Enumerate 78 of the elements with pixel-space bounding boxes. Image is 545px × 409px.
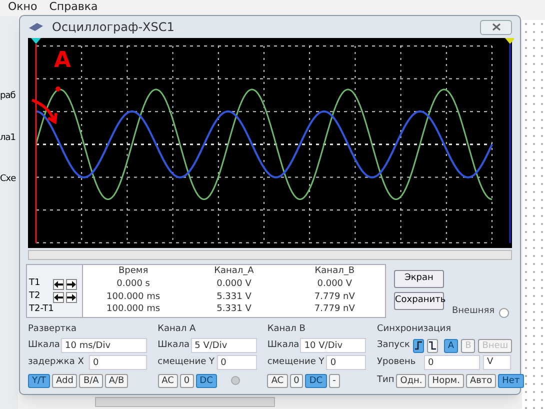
table-cell-text: 100.000 ms <box>106 304 162 316</box>
rising-edge-button[interactable] <box>412 338 424 352</box>
cursor-marker-icon[interactable] <box>505 38 514 44</box>
unit-label: V <box>483 355 511 370</box>
table-cell-text: 0.000 s <box>116 278 151 291</box>
table-cell-text: 100.000 ms <box>106 292 162 304</box>
table-cell-text: 7.779 nV <box>313 292 356 304</box>
handwritten-letter: А <box>54 47 72 75</box>
field-label: Шкала <box>158 338 188 352</box>
trigger-type-button[interactable]: Нет <box>498 374 524 388</box>
input-field[interactable]: 0 <box>424 355 480 370</box>
oscilloscope-icon <box>28 22 44 32</box>
cursor-point <box>56 86 60 92</box>
trigger-type-button[interactable]: Авто <box>466 374 496 388</box>
close-icon <box>492 23 500 31</box>
field-label: Уровень <box>377 356 417 369</box>
row-label: T1 <box>29 277 42 290</box>
column-header: Канал_B <box>314 266 356 278</box>
section-title: Канал A <box>158 323 197 336</box>
field-label: смещение Y <box>267 356 324 369</box>
radio-button[interactable] <box>498 308 509 318</box>
scrollbar[interactable] <box>95 397 275 407</box>
falling-edge-button[interactable] <box>426 338 438 352</box>
field-label: Запуск <box>377 338 410 352</box>
input-field[interactable]: 10 V/Div <box>300 338 366 353</box>
input-field[interactable]: 10 ms/Div <box>61 338 147 353</box>
section-title: Развертка <box>28 323 78 336</box>
source-button[interactable]: A <box>444 338 458 352</box>
left-arrow-button[interactable] <box>53 278 64 290</box>
action-button[interactable]: Экран <box>394 270 444 288</box>
table-cell-text: 0.000 V <box>216 278 252 291</box>
table-cell-text: 5.331 V <box>216 292 252 304</box>
mode-button[interactable]: B/A <box>79 374 103 388</box>
coupling-button[interactable]: DC <box>305 374 327 388</box>
column-header: Время <box>118 266 150 278</box>
trigger-type-button[interactable]: Одн. <box>396 374 426 388</box>
mode-button[interactable]: A/B <box>104 374 128 388</box>
field-label: задержка X <box>28 356 85 369</box>
window-title: Осциллограф-XSC1 <box>52 19 174 36</box>
field-label: Шкала <box>267 338 298 352</box>
input-field[interactable]: 0 <box>216 355 257 370</box>
coupling-button[interactable]: DC <box>196 374 217 388</box>
trigger-type-button[interactable]: Норм. <box>428 374 464 388</box>
minus-button[interactable]: - <box>328 374 340 388</box>
tree-label: Схе <box>0 173 16 186</box>
table-cell-text: 0.000 V <box>316 278 354 291</box>
action-button[interactable]: Сохранить <box>394 292 444 310</box>
field-label: Тип <box>377 374 394 387</box>
section-title: Канал B <box>267 323 306 336</box>
right-arrow-button[interactable] <box>66 278 77 290</box>
tree-label: раб <box>0 90 16 103</box>
right-arrow-button[interactable] <box>66 292 77 302</box>
column-header: Канал_A <box>213 266 255 278</box>
coupling-button[interactable]: 0 <box>180 374 194 388</box>
input-field[interactable]: 0 <box>326 355 366 370</box>
hand-drawn-arrow <box>30 98 58 124</box>
input-field[interactable]: 5 V/Div <box>190 338 257 353</box>
coupling-button[interactable]: 0 <box>290 374 304 388</box>
menu-item[interactable]: Справка <box>49 0 98 14</box>
table-cell-text: 5.331 V <box>216 304 252 316</box>
left-arrow-button[interactable] <box>53 292 64 302</box>
scrollbar[interactable] <box>28 250 512 260</box>
input-field[interactable]: 0 <box>89 355 147 370</box>
close-button[interactable] <box>480 20 512 34</box>
field-label: Шкала <box>28 338 58 352</box>
menu-item[interactable]: Окно <box>8 0 38 14</box>
mode-button[interactable]: Add <box>52 374 78 388</box>
field-label: смещение Y <box>158 356 214 369</box>
row-label: T2-T1 <box>29 303 54 316</box>
coupling-button[interactable]: AC <box>158 374 178 388</box>
row-label: T2 <box>29 290 42 304</box>
cursor-marker-icon[interactable] <box>31 38 41 44</box>
table-cell-text: 7.779 nV <box>313 304 356 316</box>
tree-label: ла1 <box>0 132 16 144</box>
radio-label: Внешняя <box>452 304 495 318</box>
section-title: Синхронизация <box>377 323 452 336</box>
mode-button[interactable]: Y/T <box>28 374 50 388</box>
coupling-button[interactable]: AC <box>267 374 288 388</box>
